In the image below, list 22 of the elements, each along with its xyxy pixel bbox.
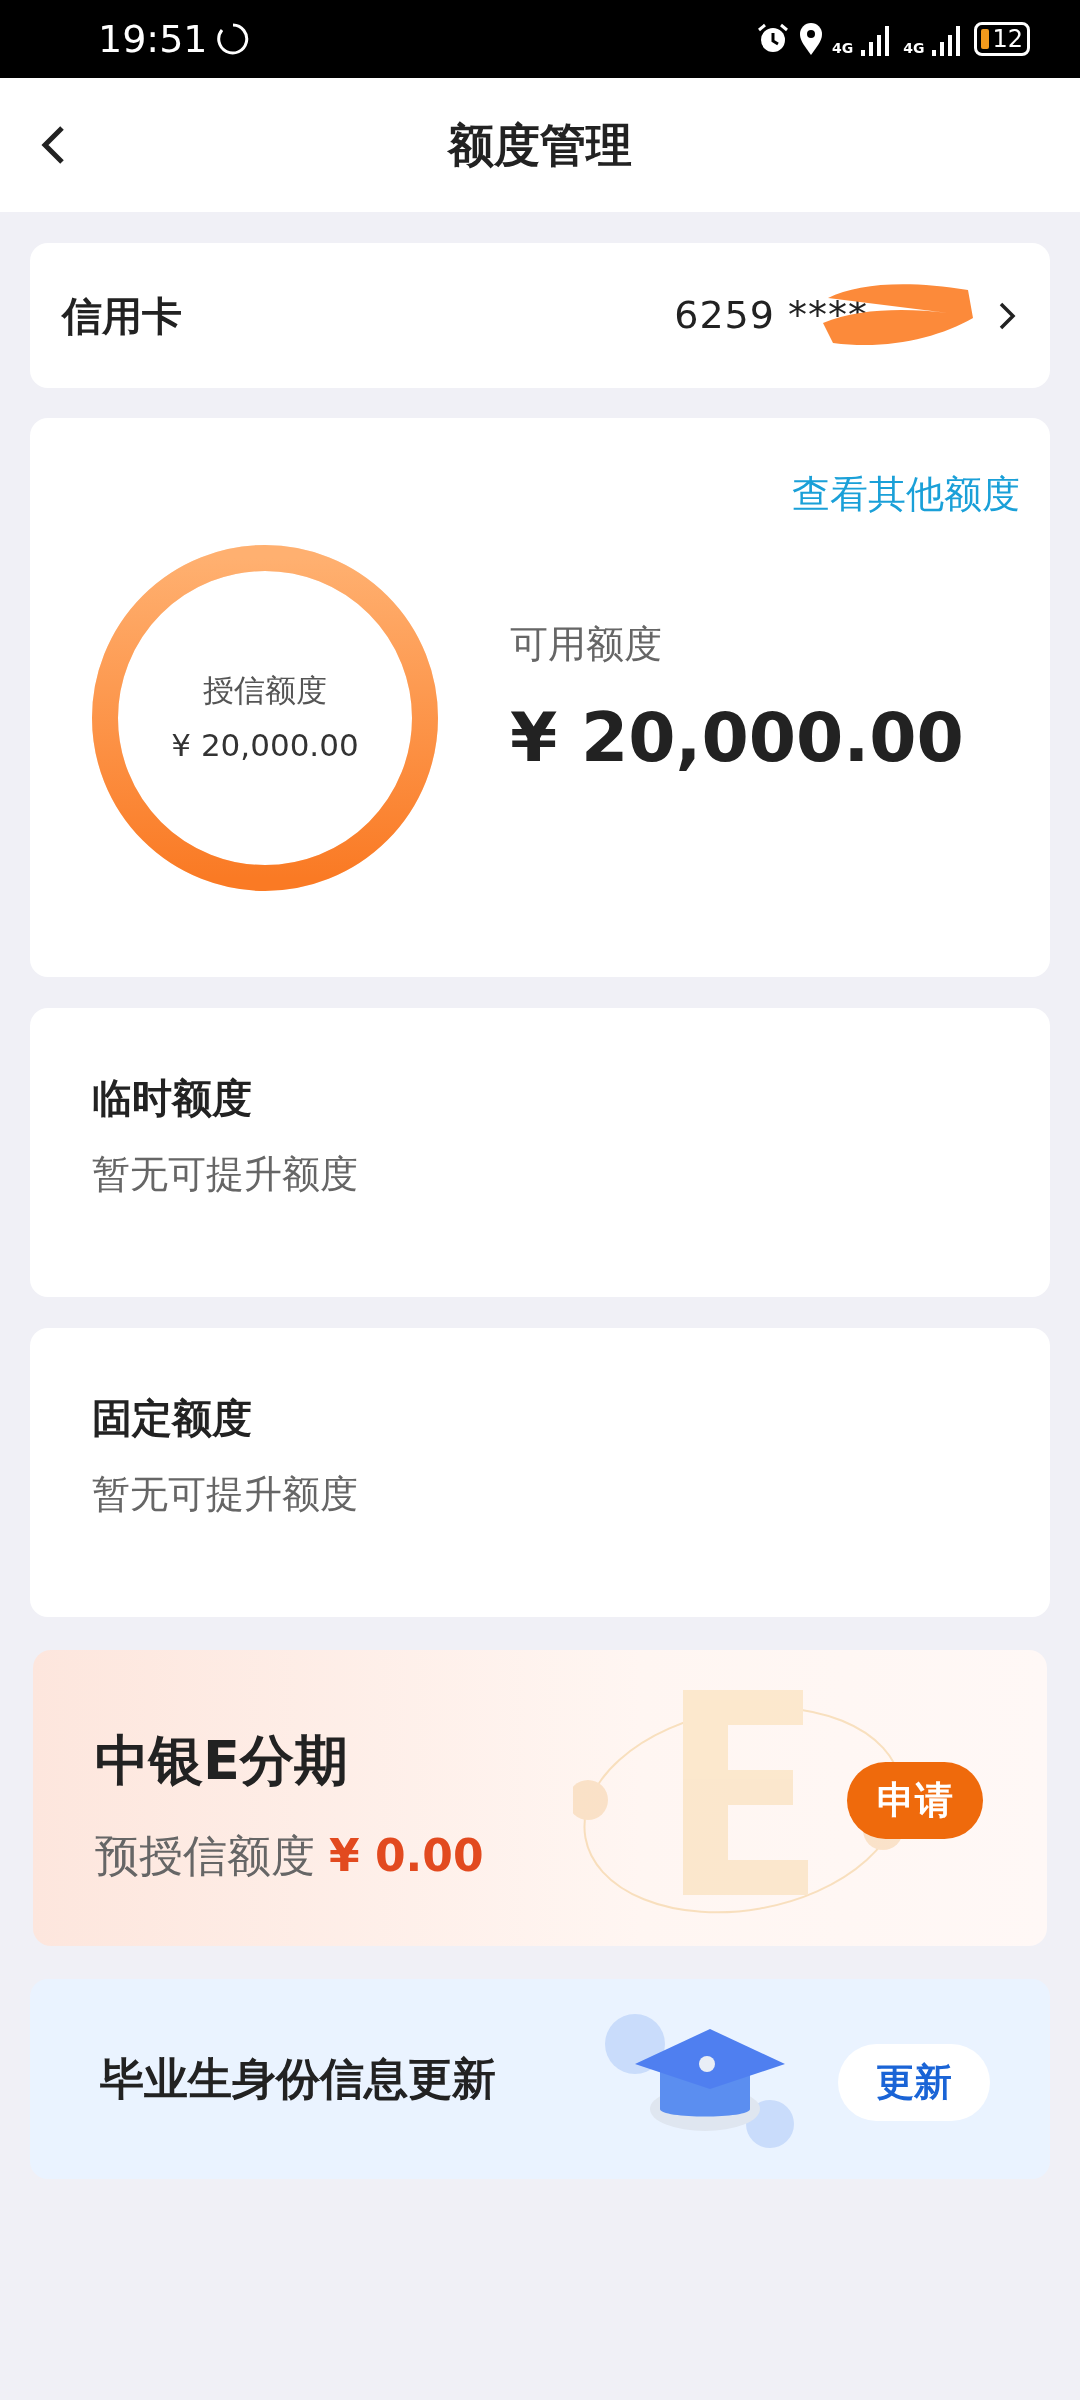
update-button[interactable]: 更新 [838, 2044, 990, 2121]
available-limit-amount: ¥ 20,000.00 [510, 697, 964, 779]
battery-icon: 12 [974, 22, 1030, 56]
page-title: 额度管理 [448, 116, 632, 174]
credit-limit-amount: ¥ 20,000.00 [171, 725, 359, 765]
limit-section-card[interactable]: 固定额度 暂无可提升额度 [30, 1328, 1050, 1617]
status-time: 19:51 [98, 15, 208, 63]
loading-icon [215, 22, 250, 56]
section-title: 固定额度 [92, 1394, 253, 1443]
pre-credit-limit-text: 预授信额度 ¥ 0.00 [95, 1829, 484, 1883]
section-subtitle: 暂无可提升额度 [92, 1151, 359, 1198]
location-icon [798, 22, 824, 56]
available-limit-label: 可用额度 [510, 621, 663, 668]
network-label: 4G [903, 38, 925, 58]
section-subtitle: 暂无可提升额度 [92, 1471, 359, 1518]
limit-section-card[interactable]: 临时额度 暂无可提升额度 [30, 1008, 1050, 1297]
network-label: 4G [832, 38, 854, 58]
card-selector[interactable]: 信用卡 6259 **** [30, 243, 1050, 388]
graduate-update-title: 毕业生身份信息更新 [100, 2052, 496, 2106]
section-title: 临时额度 [92, 1074, 253, 1123]
credit-limit-label: 授信额度 [203, 671, 327, 710]
installment-title: 中银E分期 [95, 1728, 348, 1794]
